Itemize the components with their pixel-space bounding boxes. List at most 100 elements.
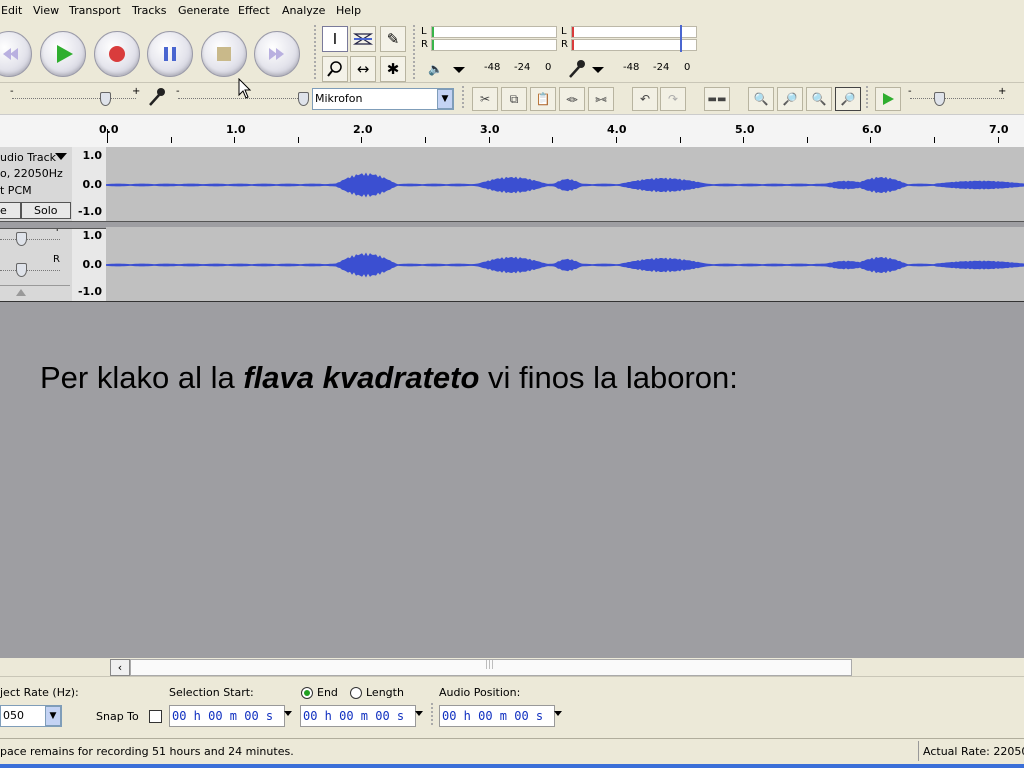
scroll-track[interactable] (852, 659, 1024, 674)
ibeam-icon: I (332, 30, 338, 48)
meter-play-right-label: R (421, 39, 428, 50)
copy-button[interactable]: ⧉ (501, 87, 527, 111)
zoom-in-button[interactable]: 🔍 (748, 87, 774, 111)
envelope-tool-button[interactable] (350, 26, 376, 52)
gain-thumb[interactable] (16, 232, 27, 246)
chevron-down-icon[interactable] (415, 711, 423, 717)
snap-to-label: Snap To (96, 710, 139, 723)
record-button[interactable] (94, 31, 140, 77)
meter-play-left (431, 26, 557, 38)
ruler-tick (171, 137, 172, 143)
caption-text-before: Per klako al la (40, 360, 244, 395)
menu-tracks[interactable]: Tracks (132, 4, 167, 17)
chevron-down-icon[interactable]: ▼ (437, 89, 453, 109)
scroll-thumb[interactable]: ||| (130, 659, 852, 676)
menu-help[interactable]: Help (336, 4, 361, 17)
chevron-down-icon[interactable] (591, 66, 605, 74)
output-volume-slider[interactable] (12, 98, 136, 99)
multi-tool-button[interactable]: ✱ (380, 56, 406, 82)
waveform-right-channel[interactable] (106, 227, 1024, 301)
track-name: udio Track (0, 151, 57, 164)
toolbar-grip (413, 25, 415, 81)
scroll-left-button[interactable]: ‹ (110, 659, 130, 676)
scale-label: -1.0 (77, 285, 102, 298)
redo-icon: ↷ (667, 92, 679, 106)
skip-end-button[interactable] (254, 31, 300, 77)
selection-start-time[interactable]: 00 h 00 m 00 s (169, 705, 285, 727)
track-info-rate: o, 22050Hz (0, 167, 63, 180)
audio-position-label: Audio Position: (439, 686, 521, 699)
waveform-left-channel[interactable] (106, 147, 1024, 221)
trim-icon: ⫷⫸ (566, 93, 578, 105)
paste-button[interactable]: 📋 (530, 87, 556, 111)
slide-caption: Per klako al la flava kvadrateto vi fino… (40, 360, 738, 396)
horizontal-scrollbar[interactable]: ‹ ||| (0, 658, 1024, 676)
menu-edit[interactable]: Edit (1, 4, 22, 17)
audio-position-time[interactable]: 00 h 00 m 00 s (439, 705, 555, 727)
chevron-down-icon[interactable] (452, 66, 466, 74)
pan-slider[interactable] (0, 270, 60, 271)
redo-button[interactable]: ↷ (660, 87, 686, 111)
fit-selection-button[interactable]: 🔍 (806, 87, 832, 111)
solo-button[interactable]: Solo (21, 202, 71, 219)
gain-slider[interactable] (0, 239, 60, 240)
track-name-menu[interactable]: udio Track (0, 149, 70, 165)
speed-minus-label: - (908, 86, 912, 97)
ruler-tick (680, 137, 681, 143)
snap-to-checkbox[interactable] (149, 710, 162, 723)
fit-project-icon: 🔎 (840, 92, 856, 106)
output-volume-thumb[interactable] (100, 92, 111, 106)
chevron-down-icon[interactable]: ▼ (45, 706, 61, 726)
fit-selection-icon: 🔍 (811, 92, 827, 106)
toolbar-divider (0, 82, 1024, 83)
draw-tool-button[interactable]: ✎ (380, 26, 406, 52)
pencil-icon: ✎ (386, 30, 400, 48)
selection-end-time[interactable]: 00 h 00 m 00 s (300, 705, 416, 727)
fit-project-button[interactable]: 🔎 (835, 87, 861, 111)
trim-button[interactable]: ⫷⫸ (559, 87, 585, 111)
chevron-down-icon[interactable] (284, 711, 292, 717)
meter-rec-tick: 0 (684, 62, 691, 73)
undo-button[interactable]: ↶ (632, 87, 658, 111)
meter-play-tick: -24 (514, 62, 531, 73)
selection-start-label: Selection Start: (169, 686, 254, 699)
play-speed-thumb[interactable] (934, 92, 945, 106)
menu-effect[interactable]: Effect (238, 4, 270, 17)
project-rate-select[interactable]: 050 ▼ (0, 705, 62, 727)
input-source-select[interactable]: Mikrofon ▼ (312, 88, 454, 110)
chevron-down-icon[interactable] (554, 711, 562, 717)
play-button[interactable] (40, 31, 86, 77)
end-radio[interactable] (301, 687, 313, 699)
zoom-tool-button[interactable] (322, 56, 348, 82)
zoom-out-button[interactable]: 🔎 (777, 87, 803, 111)
collapse-track-button[interactable] (0, 285, 70, 300)
sync-lock-button[interactable]: ▬▬ (704, 87, 730, 111)
selection-tool-button[interactable]: I (322, 26, 348, 52)
play-at-speed-button[interactable] (875, 87, 901, 111)
menu-generate[interactable]: Generate (178, 4, 229, 17)
sync-lock-icon: ▬▬ (707, 93, 727, 105)
menu-analyze[interactable]: Analyze (282, 4, 325, 17)
silence-button[interactable]: ⫸⫷ (588, 87, 614, 111)
timeshift-tool-button[interactable]: ↔ (350, 56, 376, 82)
status-disk-space: pace remains for recording 51 hours and … (0, 745, 294, 758)
output-plus-label: + (132, 86, 141, 97)
pause-button[interactable] (147, 31, 193, 77)
stop-button[interactable] (201, 31, 247, 77)
project-rate-label: ject Rate (Hz): (0, 686, 79, 699)
input-volume-thumb[interactable] (298, 92, 309, 106)
toolbar-grip (462, 86, 464, 110)
skip-start-button[interactable] (0, 31, 32, 77)
scale-label: -1.0 (77, 205, 102, 218)
timeline-ruler[interactable]: 0.0 1.0 2.0 3.0 4.0 5.0 6.0 7.0 (0, 114, 1024, 148)
ruler-label: 4.0 (607, 123, 627, 136)
menu-transport[interactable]: Transport (69, 4, 121, 17)
length-radio[interactable] (350, 687, 362, 699)
menu-view[interactable]: View (33, 4, 59, 17)
cut-button[interactable]: ✂ (472, 87, 498, 111)
ruler-label: 6.0 (862, 123, 882, 136)
pan-thumb[interactable] (16, 263, 27, 277)
magnifier-icon (327, 61, 342, 77)
play-speed-slider[interactable] (910, 98, 1004, 99)
mute-button[interactable]: e (0, 202, 21, 219)
